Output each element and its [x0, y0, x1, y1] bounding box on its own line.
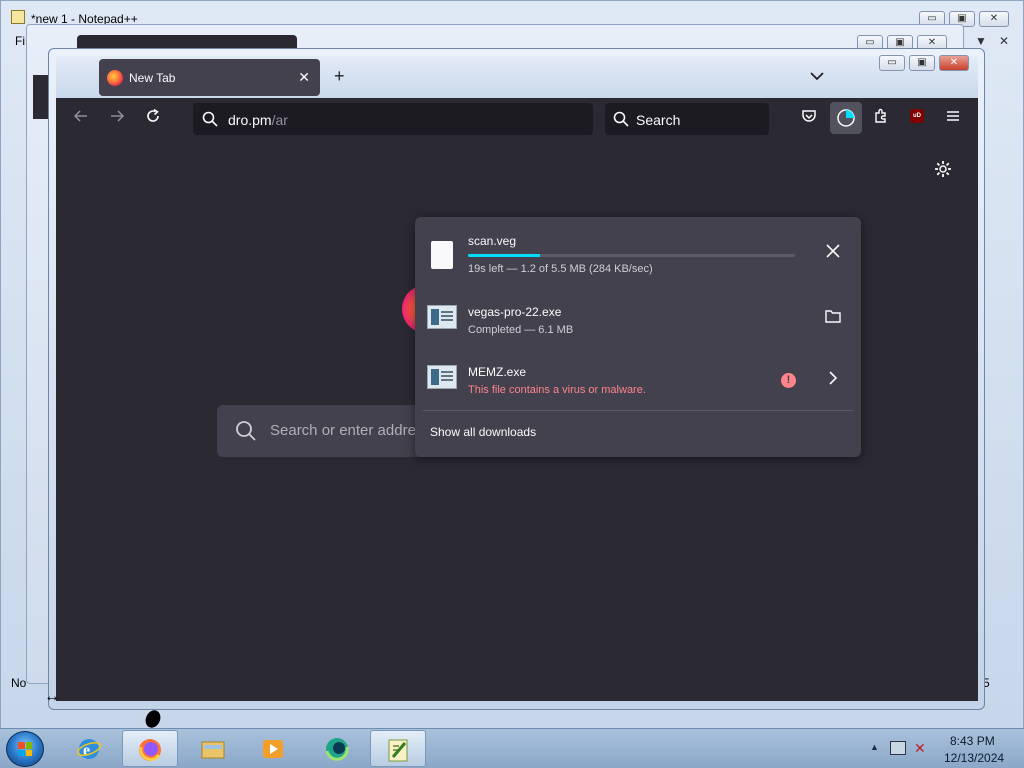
list-all-tabs-icon[interactable] [810, 68, 824, 84]
chevron-right-icon[interactable] [821, 369, 845, 393]
volume-muted-icon[interactable]: ✕ [914, 740, 930, 756]
forward-button[interactable] [106, 108, 128, 130]
download-item-scan[interactable]: scan.veg 19s left — 1.2 of 5.5 MB (284 K… [415, 217, 861, 277]
internet-explorer-icon: e [76, 739, 102, 759]
url-text: dro.pm/ar [228, 112, 288, 128]
settings-gear-icon[interactable] [934, 160, 952, 181]
notepad-close-button[interactable]: ✕ [979, 11, 1009, 27]
hamburger-icon [947, 111, 959, 121]
document-icon [431, 241, 453, 269]
download-progress-fill [468, 254, 540, 257]
search-bar[interactable]: Search [605, 103, 769, 135]
nav-toolbar: dro.pm/ar Search uD [56, 98, 978, 140]
show-hidden-icons-icon[interactable]: ▲ [870, 742, 879, 752]
folder-icon [201, 741, 225, 759]
cancel-download-icon[interactable] [821, 242, 845, 266]
download-item-vegas[interactable]: vegas-pro-22.exe Completed — 6.1 MB [415, 291, 861, 351]
firefox-maximize-button[interactable]: ▣ [909, 55, 935, 71]
resize-cursor-icon: ↔ [44, 688, 60, 705]
notepad-plus-plus-icon [388, 739, 408, 762]
show-all-downloads-button[interactable]: Show all downloads [430, 425, 536, 439]
pocket-icon [802, 110, 816, 122]
exe-icon [427, 305, 457, 329]
taskbar-internet-explorer[interactable]: e [62, 730, 118, 767]
new-tab-page: Search or enter address scan.veg 19s lef… [56, 140, 978, 701]
malware-warning-icon: ! [781, 373, 796, 388]
browser-app-icon [325, 738, 349, 761]
download-name: MEMZ.exe [468, 365, 527, 379]
firefox-window: ▭ ▣ ✕ New Tab ✕ + dro.pm/ar Search uD Se… [48, 48, 985, 710]
download-progress-icon [837, 109, 855, 127]
notepad-doc-close-icon[interactable]: ✕ [999, 34, 1009, 48]
tab-label: New Tab [129, 71, 176, 85]
download-name: scan.veg [468, 234, 517, 248]
url-path: /ar [271, 112, 288, 128]
network-icon[interactable] [890, 741, 906, 755]
taskbar-browser-app[interactable] [310, 730, 366, 767]
taskbar-notepad-plus-plus[interactable] [370, 730, 426, 767]
system-tray: ▲ ✕ 8:43 PM 12/13/2024 [866, 729, 1024, 768]
newtab-search-placeholder: Search or enter address [270, 422, 431, 439]
firefox-close-button[interactable]: ✕ [939, 55, 969, 71]
firefox-window-controls: ▭ ▣ ✕ [879, 55, 969, 71]
taskbar-firefox[interactable] [122, 730, 178, 767]
firefox-viewport: New Tab ✕ + dro.pm/ar Search uD Search o… [56, 56, 978, 701]
forward-arrow-icon [111, 110, 125, 122]
windows-logo-icon [18, 742, 32, 756]
media-player-icon [263, 740, 283, 758]
download-progress-bar [468, 254, 795, 257]
extensions-button[interactable] [870, 108, 892, 130]
taskbar-file-explorer[interactable] [186, 730, 242, 767]
clock-time[interactable]: 8:43 PM [950, 734, 995, 748]
pocket-button[interactable] [798, 108, 820, 130]
tab-new-tab[interactable]: New Tab ✕ [99, 59, 320, 96]
download-malware-status: This file contains a virus or malware. [468, 384, 646, 396]
ublock-icon[interactable]: uD [910, 109, 924, 123]
firefox-minimize-button[interactable]: ▭ [879, 55, 905, 71]
notepad-menu-arrow-icon[interactable]: ▼ [975, 34, 987, 48]
url-search-icon [202, 111, 218, 130]
downloads-divider [423, 410, 853, 411]
taskbar-media-player[interactable] [246, 730, 302, 767]
downloads-button[interactable] [830, 102, 862, 134]
downloads-panel: scan.veg 19s left — 1.2 of 5.5 MB (284 K… [415, 217, 861, 457]
start-button[interactable] [6, 731, 44, 767]
download-status: Completed — 6.1 MB [468, 324, 574, 336]
newtab-search-icon [235, 420, 257, 445]
open-folder-icon[interactable] [821, 307, 845, 331]
back-button[interactable] [70, 108, 92, 130]
searchbar-placeholder: Search [636, 112, 681, 128]
exe-icon [427, 365, 457, 389]
reload-button[interactable] [142, 108, 164, 130]
url-host: dro.pm [228, 112, 272, 128]
download-name: vegas-pro-22.exe [468, 305, 562, 319]
searchbar-search-icon [613, 111, 629, 130]
firefox-icon [139, 739, 161, 761]
back-arrow-icon [73, 110, 87, 122]
puzzle-icon [875, 108, 886, 123]
app-menu-button[interactable] [942, 108, 964, 130]
firefox-tab-icon [107, 70, 123, 86]
tab-close-icon[interactable]: ✕ [298, 69, 310, 86]
download-status: 19s left — 1.2 of 5.5 MB (284 KB/sec) [468, 263, 653, 275]
clock-date[interactable]: 12/13/2024 [944, 751, 1004, 765]
notepad-status-left: No [11, 676, 27, 690]
tab-strip: New Tab ✕ + [56, 56, 978, 98]
taskbar: e ▲ ✕ 8:43 PM 12/13/2024 [0, 728, 1024, 768]
reload-icon [147, 108, 159, 122]
new-tab-button[interactable]: + [334, 66, 345, 87]
url-bar[interactable]: dro.pm/ar [193, 103, 593, 135]
notepad-app-icon [11, 10, 25, 24]
notepad-menu-file[interactable]: Fi [15, 34, 25, 48]
